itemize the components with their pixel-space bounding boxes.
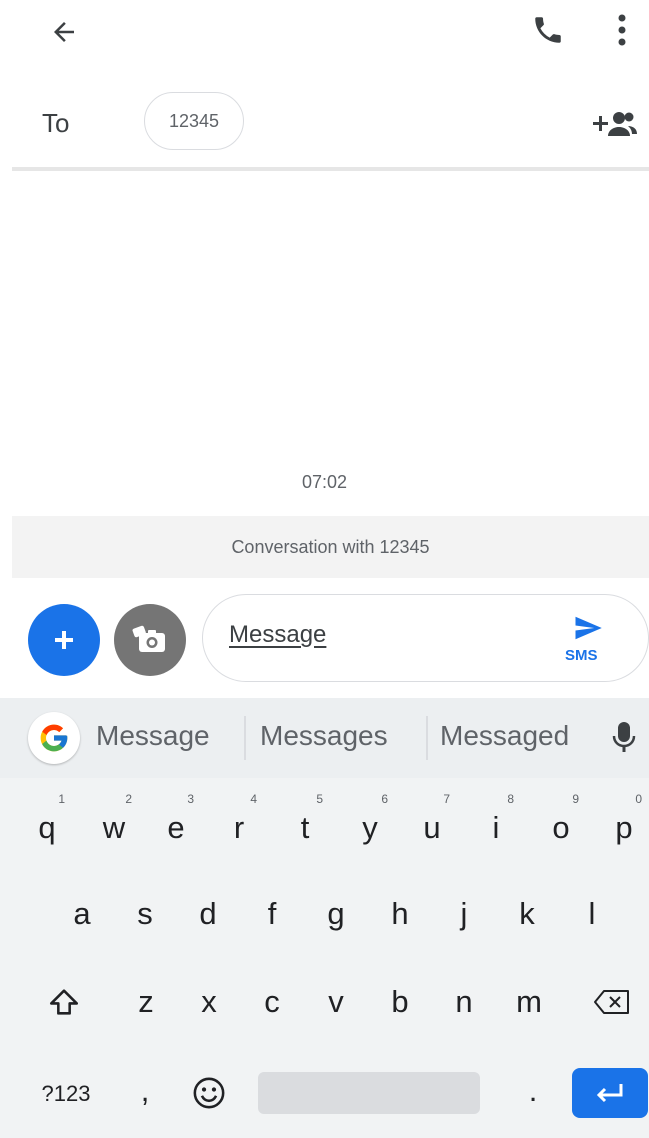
enter-icon <box>596 1084 623 1103</box>
microphone-icon <box>612 722 636 752</box>
message-timestamp: 07:02 <box>301 472 348 492</box>
key-label: q <box>38 810 56 845</box>
key-number-hint: 6 <box>381 792 388 806</box>
camera-icon <box>132 625 165 652</box>
call-button[interactable] <box>524 8 572 52</box>
more-vert-icon <box>618 14 626 46</box>
suggestion-divider <box>426 716 428 760</box>
key-label: p <box>615 810 633 845</box>
key-number-hint: 9 <box>572 792 579 806</box>
key-c[interactable]: c <box>250 972 294 1032</box>
key-f[interactable]: f <box>250 884 294 944</box>
key-label: t <box>300 810 310 845</box>
message-compose-box[interactable]: Message SMS <box>202 594 649 682</box>
shift-icon <box>49 989 79 1015</box>
recipient-chip[interactable]: 12345 <box>144 92 244 150</box>
emoji-icon <box>193 1077 225 1109</box>
send-sms-button[interactable]: SMS <box>559 609 611 669</box>
key-number-hint: 5 <box>316 792 323 806</box>
comma-key[interactable]: , <box>128 1066 162 1116</box>
space-key[interactable] <box>258 1072 480 1114</box>
google-g-icon <box>40 724 68 752</box>
suggestion-item[interactable]: Messages <box>260 720 388 752</box>
backspace-key[interactable] <box>586 974 638 1030</box>
period-key[interactable]: . <box>516 1066 550 1116</box>
key-number-hint: 1 <box>58 792 65 806</box>
key-z[interactable]: z <box>124 972 168 1032</box>
key-label: e <box>167 810 185 845</box>
key-label: u <box>423 810 441 845</box>
backspace-icon <box>594 990 629 1014</box>
key-i[interactable]: i8 <box>474 792 518 858</box>
suggestion-bar: Message Messages Messaged <box>0 698 649 778</box>
suggestion-item[interactable]: Messaged <box>440 720 569 752</box>
shift-key[interactable] <box>38 974 90 1030</box>
key-y[interactable]: y6 <box>348 792 392 858</box>
key-k[interactable]: k <box>505 884 549 944</box>
key-s[interactable]: s <box>123 884 167 944</box>
key-p[interactable]: p0 <box>602 792 646 858</box>
voice-input-button[interactable] <box>612 720 636 759</box>
key-number-hint: 7 <box>443 792 450 806</box>
key-g[interactable]: g <box>314 884 358 944</box>
key-label: r <box>233 810 245 845</box>
back-button[interactable] <box>40 10 88 54</box>
key-number-hint: 0 <box>635 792 642 806</box>
to-label: To <box>42 108 70 138</box>
conversation-banner: Conversation with 12345 <box>12 516 649 578</box>
key-u[interactable]: u7 <box>410 792 454 858</box>
enter-key[interactable] <box>572 1068 648 1118</box>
key-n[interactable]: n <box>442 972 486 1032</box>
more-options-button[interactable] <box>600 8 644 52</box>
key-m[interactable]: m <box>507 972 551 1032</box>
key-t[interactable]: t5 <box>283 792 327 858</box>
key-label: o <box>552 810 570 845</box>
add-recipient-button[interactable] <box>586 104 640 144</box>
send-icon <box>575 616 602 640</box>
key-h[interactable]: h <box>378 884 422 944</box>
key-label: w <box>102 810 126 845</box>
keyboard: Message Messages Messaged q1w2e3r4t5y6u7… <box>0 698 649 1138</box>
key-number-hint: 3 <box>187 792 194 806</box>
key-w[interactable]: w2 <box>92 792 136 858</box>
key-a[interactable]: a <box>60 884 104 944</box>
key-label: y <box>362 810 378 845</box>
key-r[interactable]: r4 <box>217 792 261 858</box>
key-d[interactable]: d <box>186 884 230 944</box>
key-l[interactable]: l <box>570 884 614 944</box>
suggestion-divider <box>244 716 246 760</box>
add-person-icon <box>593 112 637 136</box>
key-q[interactable]: q1 <box>25 792 69 858</box>
symbols-key[interactable]: ?123 <box>30 1070 102 1118</box>
key-b[interactable]: b <box>378 972 422 1032</box>
key-number-hint: 8 <box>507 792 514 806</box>
arrow-back-icon <box>54 22 74 42</box>
phone-icon <box>535 17 561 43</box>
key-o[interactable]: o9 <box>539 792 583 858</box>
message-input[interactable]: Message <box>229 621 326 649</box>
key-v[interactable]: v <box>314 972 358 1032</box>
suggestion-item[interactable]: Message <box>96 720 210 752</box>
top-app-bar <box>0 0 649 64</box>
key-x[interactable]: x <box>187 972 231 1032</box>
add-attachment-button[interactable] <box>28 604 100 676</box>
emoji-key[interactable] <box>186 1070 232 1116</box>
google-button[interactable] <box>28 712 80 764</box>
key-j[interactable]: j <box>442 884 486 944</box>
header-divider <box>12 167 649 171</box>
key-number-hint: 2 <box>125 792 132 806</box>
plus-icon <box>55 631 73 649</box>
camera-gallery-button[interactable] <box>114 604 186 676</box>
key-e[interactable]: e3 <box>154 792 198 858</box>
key-number-hint: 4 <box>250 792 257 806</box>
sms-label: SMS <box>565 647 598 664</box>
key-label: i <box>492 810 500 845</box>
